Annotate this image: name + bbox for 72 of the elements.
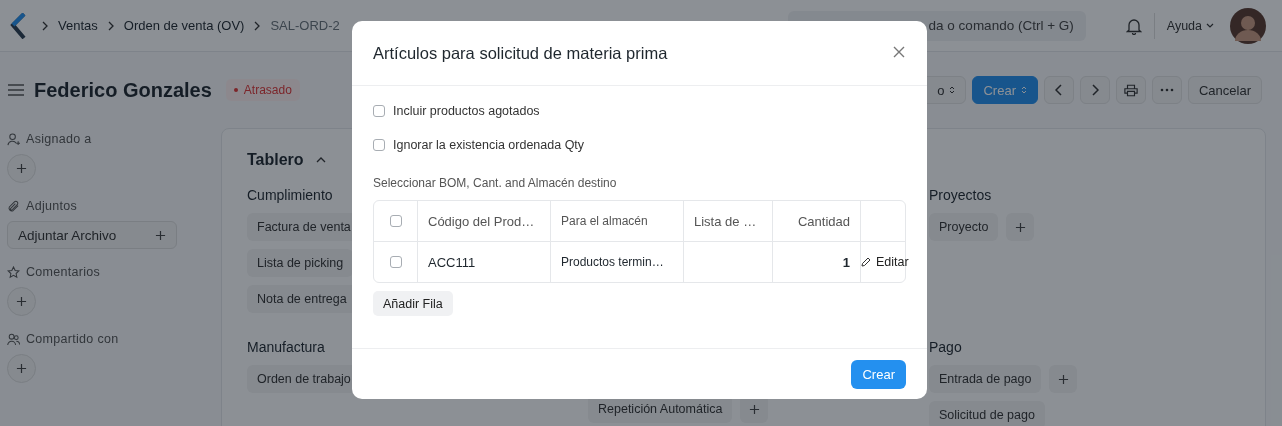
chevron-right-icon [1090,84,1099,96]
plus-icon [16,363,27,374]
select-all-checkbox[interactable] [389,215,402,227]
group-title: Pago [929,339,963,355]
group-title: Proyectos [929,187,993,203]
link-chip[interactable]: Lista de picking [247,249,354,277]
user-add-icon [7,132,20,146]
plus-icon [1057,373,1069,385]
sidebar-label: Adjuntos [26,199,78,213]
caret-icon [1206,23,1214,28]
next-button[interactable] [1079,76,1110,104]
section-title: Tablero [247,151,304,169]
sidebar-label: Asignado a [26,132,92,146]
checkbox[interactable] [373,105,385,117]
bell-icon[interactable] [1125,16,1142,35]
table-cell: 1 [842,254,850,270]
avatar[interactable] [1230,7,1266,44]
users-icon [7,332,20,346]
paperclip-icon [7,199,20,213]
breadcrumb-link[interactable]: Orden de venta (OV) [123,18,245,33]
chevron-right-icon [254,20,261,31]
column-header: Lista de … [694,213,757,229]
table-cell: ACC111 [428,254,476,270]
checkbox-label: Ignorar la existencia ordenada Qty [393,138,585,152]
checkbox[interactable] [373,139,385,151]
create-button[interactable]: Crear [972,76,1038,104]
group-title: Cumplimiento [247,187,334,203]
chevron-right-icon [107,20,114,31]
plus-icon [155,229,166,241]
page-title: Federico Gonzales [34,78,212,102]
add-row-button[interactable]: Añadir Fila [373,291,453,316]
table-cell: Productos termin… [561,255,664,269]
edit-button[interactable]: Editar [861,255,909,269]
close-button[interactable] [892,46,906,60]
previous-button[interactable] [1043,76,1074,104]
group-title: Manufactura [247,339,326,355]
printer-icon [1123,83,1138,97]
table-caption: Seleccionar BOM, Cant. and Almacén destino [373,176,618,190]
menu-icon[interactable] [8,84,24,96]
help-dropdown[interactable]: Ayuda [1166,18,1214,33]
column-header: Para el almacén [561,214,648,228]
breadcrumb-link[interactable]: SAL-ORD-2 [270,18,340,33]
link-chip[interactable]: Solicitud de pago [929,401,1045,426]
dots-icon [1159,88,1174,92]
chevron-right-icon [42,20,48,31]
plus-icon [16,296,27,307]
plus-icon [748,403,760,415]
attach-file-button[interactable]: Adjuntar Archivo [7,221,177,249]
chevron-left-icon [1054,84,1063,96]
link-chip[interactable]: Entrada de pago [929,365,1042,393]
breadcrumb-link[interactable]: Ventas [58,18,98,33]
sidebar-label: Compartido con [26,332,119,346]
star-icon [7,265,20,279]
dialog-title: Artículos para solicitud de materia prima [373,43,668,63]
plus-icon [16,163,27,174]
row-checkbox[interactable] [389,256,402,268]
column-header: Cantidad [797,213,850,229]
print-button[interactable] [1115,76,1146,104]
plus-icon [1014,221,1026,233]
pencil-icon [861,257,871,267]
sidebar-label: Comentarios [26,265,101,279]
sort-icon [1020,85,1027,95]
sort-icon [949,85,956,95]
collapse-icon[interactable] [315,157,326,163]
cancel-button[interactable]: Cancelar [1187,76,1262,104]
status-badge: Atrasado [225,79,300,101]
link-chip[interactable]: Proyecto [929,213,999,241]
create-button[interactable]: Crear [851,359,906,389]
close-icon [893,46,905,58]
app-logo[interactable] [10,12,26,39]
checkbox-label: Incluir productos agotados [393,104,540,118]
column-header: Código del Prod… [428,213,535,229]
